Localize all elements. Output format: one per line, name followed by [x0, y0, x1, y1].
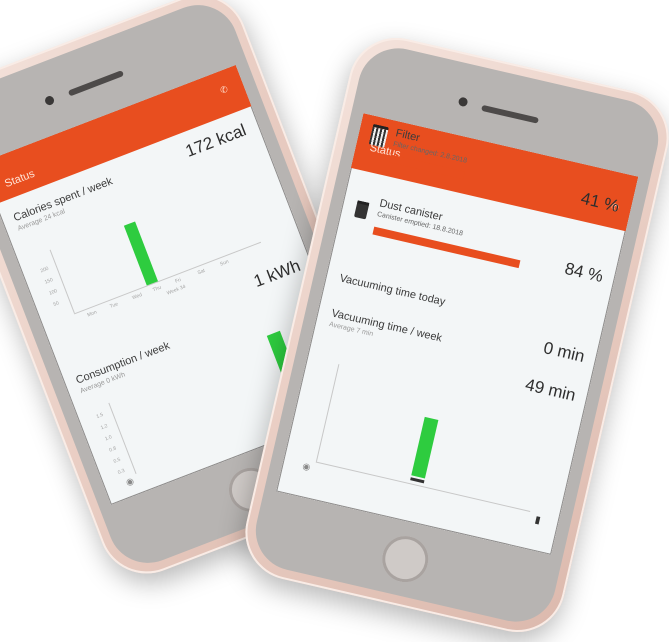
chart1-xtick: Wed [131, 292, 144, 302]
chart1-xtick: Fri [174, 277, 182, 285]
phone-icon[interactable]: ✆ [219, 84, 230, 97]
chart2-ytick: 1.2 [99, 423, 109, 432]
chart1-xtick: Sun [219, 258, 230, 268]
chart1-bar-thu [123, 221, 158, 286]
chart2-ytick: 1.0 [104, 434, 113, 443]
chart1-xtick: Mon [86, 309, 98, 319]
vac-today-value: 0 min [541, 338, 587, 366]
robot-vacuum-icon: ◉ [124, 475, 136, 488]
vac-today-label: Vacuuming time today [338, 272, 447, 309]
right-screen: Status ✆ Filter Filter changed: 2.8.2018… [276, 113, 639, 555]
chart3-y-axis [315, 364, 340, 462]
chart2-ytick: 0.3 [117, 467, 126, 477]
chart3-marker [410, 477, 425, 484]
right-phone: Status ✆ Filter Filter changed: 2.8.2018… [235, 28, 669, 642]
trash-bin-icon [353, 200, 370, 220]
chart1-ytick: 50 [52, 300, 60, 308]
chart1-xtick: Tue [109, 301, 120, 310]
chart3-bar [411, 416, 439, 479]
chart1-xtick: Sat [196, 267, 206, 277]
chart1-ytick: 100 [48, 288, 59, 297]
chart1-xlabel: Week 34 [166, 283, 187, 297]
chart2-ytick: 0.5 [112, 456, 122, 465]
chart1-x-axis [73, 241, 262, 315]
chart1-ytick: 200 [39, 265, 50, 275]
chart2-ytick: 0.8 [108, 445, 118, 454]
calories-chart: 200 150 100 50 Mon Tue Wed Thu Fri Sat S… [21, 152, 292, 339]
phone-icon[interactable]: ▮ [534, 514, 542, 526]
chart1-ytick: 150 [43, 276, 54, 286]
robot-vacuum-icon: ◉ [301, 460, 312, 473]
chart2-ytick: 1.5 [95, 411, 105, 421]
left-header-title: Status [3, 167, 37, 191]
dust-percent: 84 % [562, 258, 605, 287]
chart1-xtick: Thu [151, 284, 163, 294]
